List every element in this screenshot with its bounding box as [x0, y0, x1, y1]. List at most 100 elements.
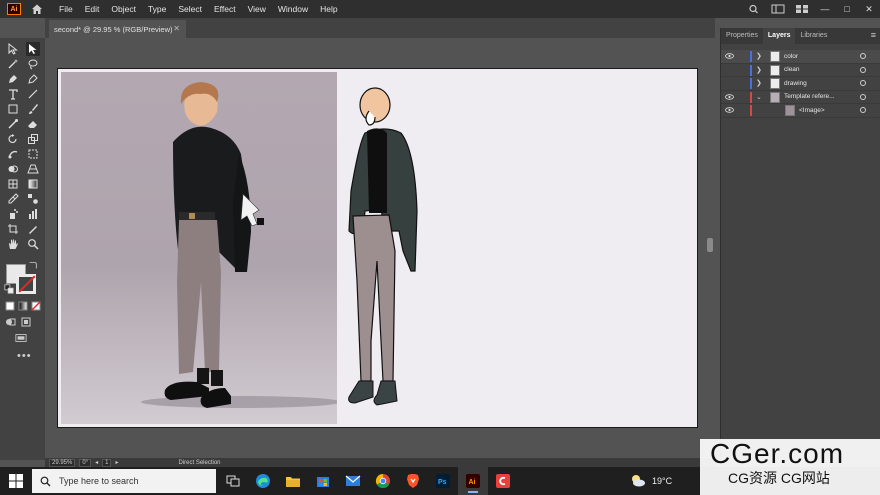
- direct-selection-tool-icon[interactable]: [26, 42, 40, 56]
- layer-row-template[interactable]: ⌄ Template refere...: [721, 91, 880, 104]
- layer-name[interactable]: color: [784, 53, 798, 60]
- layer-row-image[interactable]: <Image>: [721, 104, 880, 118]
- menu-select[interactable]: Select: [172, 0, 208, 18]
- column-graph-tool-icon[interactable]: [26, 207, 40, 221]
- arrange-documents-icon[interactable]: [795, 4, 809, 14]
- layer-row-clean[interactable]: ❯ clean: [721, 64, 880, 77]
- menu-file[interactable]: File: [53, 0, 79, 18]
- warp-tool-icon[interactable]: [6, 147, 20, 161]
- visibility-eye-icon[interactable]: [725, 94, 734, 100]
- layer-row-drawing[interactable]: ❯ drawing: [721, 77, 880, 91]
- default-colors-icon[interactable]: [4, 284, 14, 294]
- edge-icon[interactable]: [248, 467, 278, 495]
- start-button[interactable]: [0, 467, 32, 495]
- store-icon[interactable]: [308, 467, 338, 495]
- layer-target-icon[interactable]: [860, 66, 866, 73]
- perspective-grid-tool-icon[interactable]: [26, 162, 40, 176]
- lasso-tool-icon[interactable]: [26, 57, 40, 71]
- tab-properties[interactable]: Properties: [721, 28, 763, 44]
- reference-photo[interactable]: [61, 72, 337, 424]
- visibility-eye-icon[interactable]: [725, 107, 734, 113]
- layer-name[interactable]: drawing: [784, 80, 807, 87]
- photoshop-icon[interactable]: Ps: [428, 467, 458, 495]
- layer-target-icon[interactable]: [860, 53, 866, 60]
- chevron-right-icon[interactable]: ❯: [756, 52, 762, 60]
- free-transform-tool-icon[interactable]: [26, 147, 40, 161]
- chrome-icon[interactable]: [368, 467, 398, 495]
- prev-artboard-icon[interactable]: ◂: [95, 459, 98, 466]
- chevron-down-icon[interactable]: ⌄: [756, 93, 762, 101]
- task-view-icon[interactable]: [218, 467, 248, 495]
- screen-mode-icon[interactable]: [14, 332, 28, 344]
- rectangle-tool-icon[interactable]: [6, 102, 20, 116]
- menu-view[interactable]: View: [242, 0, 272, 18]
- draw-inside-icon[interactable]: [20, 316, 32, 328]
- eraser-tool-icon[interactable]: [26, 117, 40, 131]
- layer-target-icon[interactable]: [860, 93, 866, 100]
- magic-wand-tool-icon[interactable]: [6, 57, 20, 71]
- menu-edit[interactable]: Edit: [79, 0, 106, 18]
- layer-name[interactable]: Template refere...: [784, 93, 835, 100]
- chevron-right-icon[interactable]: ❯: [756, 79, 762, 87]
- visibility-eye-icon[interactable]: [725, 53, 734, 59]
- layer-row-color[interactable]: ❯ color: [721, 50, 880, 64]
- line-segment-tool-icon[interactable]: [26, 87, 40, 101]
- close-button[interactable]: ✕: [858, 4, 880, 15]
- chevron-right-icon[interactable]: ❯: [756, 66, 762, 74]
- rotation-field[interactable]: 0°: [79, 458, 92, 467]
- layer-name[interactable]: <Image>: [799, 107, 825, 114]
- draw-normal-icon[interactable]: [4, 316, 16, 328]
- gradient-mode-icon[interactable]: [17, 300, 29, 312]
- layer-target-icon[interactable]: [860, 80, 866, 87]
- menu-type[interactable]: Type: [142, 0, 172, 18]
- blend-tool-icon[interactable]: [26, 192, 40, 206]
- next-artboard-icon[interactable]: ▸: [115, 459, 118, 466]
- swap-colors-icon[interactable]: [28, 260, 38, 270]
- document-tab[interactable]: second* @ 29.95 % (RGB/Preview) ✕: [49, 20, 186, 38]
- mesh-tool-icon[interactable]: [6, 177, 20, 191]
- panel-menu-icon[interactable]: ≡: [871, 30, 876, 40]
- home-icon[interactable]: [31, 3, 43, 15]
- zoom-tool-icon[interactable]: [26, 237, 40, 251]
- tab-libraries[interactable]: Libraries: [795, 28, 832, 44]
- file-explorer-icon[interactable]: [278, 467, 308, 495]
- workspace-icon[interactable]: [771, 4, 785, 14]
- tab-layers[interactable]: Layers: [762, 28, 796, 44]
- pen-tool-icon[interactable]: [6, 72, 20, 86]
- shaper-tool-icon[interactable]: [6, 117, 20, 131]
- slice-tool-icon[interactable]: [26, 222, 40, 236]
- color-mode-icon[interactable]: [4, 300, 16, 312]
- rotate-tool-icon[interactable]: [6, 132, 20, 146]
- minimize-button[interactable]: —: [814, 4, 836, 14]
- artboard-tool-icon[interactable]: [6, 222, 20, 236]
- menu-help[interactable]: Help: [314, 0, 343, 18]
- eyedropper-tool-icon[interactable]: [6, 192, 20, 206]
- menu-effect[interactable]: Effect: [208, 0, 242, 18]
- maximize-button[interactable]: □: [836, 4, 858, 14]
- menu-window[interactable]: Window: [272, 0, 314, 18]
- layer-target-icon[interactable]: [860, 107, 866, 114]
- weather-widget[interactable]: 19°C: [630, 467, 672, 495]
- gradient-tool-icon[interactable]: [26, 177, 40, 191]
- zoom-field[interactable]: 29.95%: [49, 458, 76, 467]
- vector-drawing[interactable]: [341, 81, 441, 421]
- type-tool-icon[interactable]: [6, 87, 20, 101]
- shape-builder-tool-icon[interactable]: [6, 162, 20, 176]
- illustrator-taskbar-icon[interactable]: Ai: [458, 467, 488, 495]
- hand-tool-icon[interactable]: [6, 237, 20, 251]
- curvature-tool-icon[interactable]: [26, 72, 40, 86]
- scale-tool-icon[interactable]: [26, 132, 40, 146]
- menu-object[interactable]: Object: [105, 0, 142, 18]
- stroke-color-swatch[interactable]: [16, 274, 36, 294]
- paintbrush-tool-icon[interactable]: [26, 102, 40, 116]
- symbol-sprayer-tool-icon[interactable]: [6, 207, 20, 221]
- none-mode-icon[interactable]: [30, 300, 42, 312]
- brave-icon[interactable]: [398, 467, 428, 495]
- edit-toolbar-icon[interactable]: •••: [17, 350, 32, 362]
- taskbar-search-box[interactable]: Type here to search: [32, 469, 216, 493]
- vertical-scrollbar[interactable]: [707, 238, 713, 252]
- selection-tool-icon[interactable]: [6, 42, 20, 56]
- mail-icon[interactable]: [338, 467, 368, 495]
- close-tab-icon[interactable]: ✕: [173, 24, 180, 33]
- clip-studio-icon[interactable]: [488, 467, 518, 495]
